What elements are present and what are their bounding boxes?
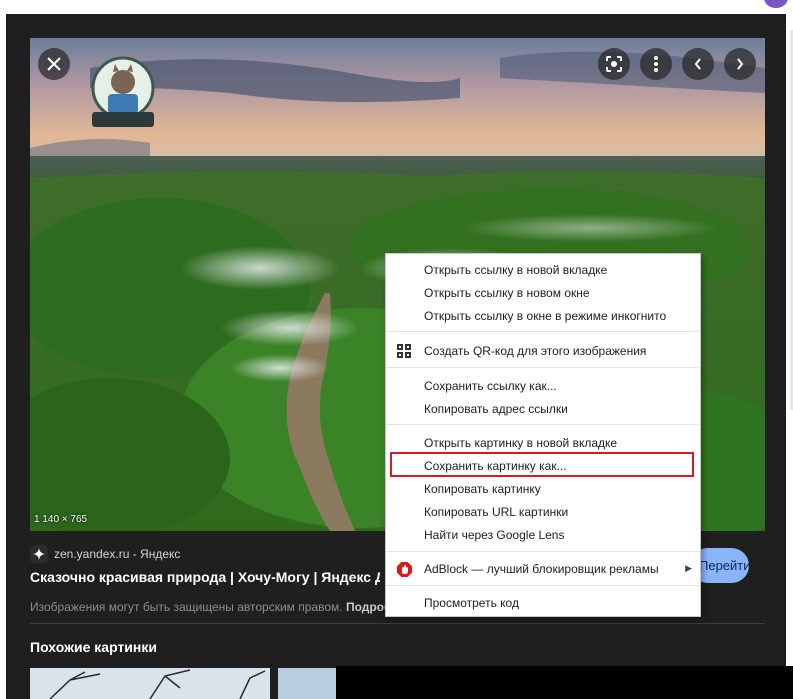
menu-separator bbox=[386, 367, 700, 368]
context-menu: Открыть ссылку в новой вкладке Открыть с… bbox=[385, 253, 701, 617]
image-dimensions: 1 140 × 765 bbox=[34, 514, 88, 525]
menu-item-label: Копировать адрес ссылки bbox=[424, 402, 568, 416]
menu-inspect[interactable]: Просмотреть код bbox=[386, 592, 700, 614]
copyright-notice: Изображения могут быть защищены авторски… bbox=[30, 600, 390, 614]
next-image-button[interactable] bbox=[724, 48, 756, 80]
menu-adblock[interactable]: AdBlock — лучший блокировщик рекламы ▶ bbox=[386, 558, 700, 580]
menu-item-label: Открыть ссылку в новом окне bbox=[424, 286, 590, 300]
menu-copy-link-address[interactable]: Копировать адрес ссылки bbox=[386, 398, 700, 420]
submenu-arrow-icon: ▶ bbox=[685, 563, 692, 573]
more-vertical-icon bbox=[654, 56, 658, 72]
bare-branches-image bbox=[49, 669, 266, 699]
menu-copy-image[interactable]: Копировать картинку bbox=[386, 478, 700, 500]
menu-item-label: Сохранить ссылку как... bbox=[424, 379, 557, 393]
similar-images-heading: Похожие картинки bbox=[30, 639, 157, 655]
menu-search-google-lens[interactable]: Найти через Google Lens bbox=[386, 524, 700, 546]
close-icon bbox=[47, 57, 61, 71]
zen-star-icon bbox=[33, 548, 45, 560]
menu-open-link-incognito[interactable]: Открыть ссылку в окне в режиме инкогнито bbox=[386, 305, 700, 327]
previous-image-button[interactable] bbox=[682, 48, 714, 80]
menu-copy-image-url[interactable]: Копировать URL картинки bbox=[386, 501, 700, 523]
similar-image-thumbnail[interactable] bbox=[30, 668, 270, 699]
menu-item-label: Открыть картинку в новой вкладке bbox=[424, 436, 618, 450]
menu-item-label: Просмотреть код bbox=[424, 596, 519, 610]
lens-search-button[interactable] bbox=[598, 48, 630, 80]
image-title-link[interactable]: Сказочно красивая природа | Хочу-Могу | … bbox=[30, 569, 380, 585]
similar-image-thumbnail-2[interactable] bbox=[278, 668, 336, 699]
menu-open-link-new-window[interactable]: Открыть ссылку в новом окне bbox=[386, 282, 700, 304]
menu-item-label: Копировать картинку bbox=[424, 482, 541, 496]
browser-top-strip bbox=[0, 0, 793, 14]
menu-open-link-new-tab[interactable]: Открыть ссылку в новой вкладке bbox=[386, 259, 700, 281]
highlight-annotation bbox=[390, 452, 694, 477]
menu-item-label: AdBlock — лучший блокировщик рекламы bbox=[424, 562, 659, 576]
menu-separator bbox=[386, 585, 700, 586]
adblock-icon bbox=[396, 561, 412, 577]
menu-open-image-new-tab[interactable]: Открыть картинку в новой вкладке bbox=[386, 432, 700, 454]
chevron-right-icon bbox=[737, 58, 744, 70]
copyright-more-link[interactable]: Подробнее bbox=[346, 600, 390, 614]
close-button[interactable] bbox=[38, 48, 70, 80]
menu-item-label: Открыть ссылку в окне в режиме инкогнито bbox=[424, 309, 667, 323]
menu-separator bbox=[386, 424, 700, 425]
section-divider bbox=[30, 623, 765, 624]
source-link[interactable]: zen.yandex.ru - Яндекс bbox=[30, 544, 180, 564]
menu-item-label: Открыть ссылку в новой вкладке bbox=[424, 263, 608, 277]
copyright-text: Изображения могут быть защищены авторски… bbox=[30, 600, 343, 614]
menu-create-qr-code[interactable]: Создать QR-код для этого изображения bbox=[386, 340, 700, 362]
source-label: zen.yandex.ru - Яндекс bbox=[54, 547, 181, 561]
menu-separator bbox=[386, 331, 700, 332]
zen-favicon bbox=[30, 545, 48, 563]
lens-icon bbox=[606, 56, 622, 72]
qr-code-icon bbox=[396, 343, 412, 359]
chevron-left-icon bbox=[694, 58, 701, 70]
menu-item-label: Найти через Google Lens bbox=[424, 528, 565, 542]
watermark-logo bbox=[88, 56, 158, 130]
menu-item-label: Копировать URL картинки bbox=[424, 505, 569, 519]
menu-separator bbox=[386, 551, 700, 552]
menu-item-label: Создать QR-код для этого изображения bbox=[424, 344, 647, 358]
more-options-button[interactable] bbox=[640, 48, 672, 80]
taskbar-overlay bbox=[336, 666, 793, 699]
menu-save-link-as[interactable]: Сохранить ссылку как... bbox=[386, 375, 700, 397]
